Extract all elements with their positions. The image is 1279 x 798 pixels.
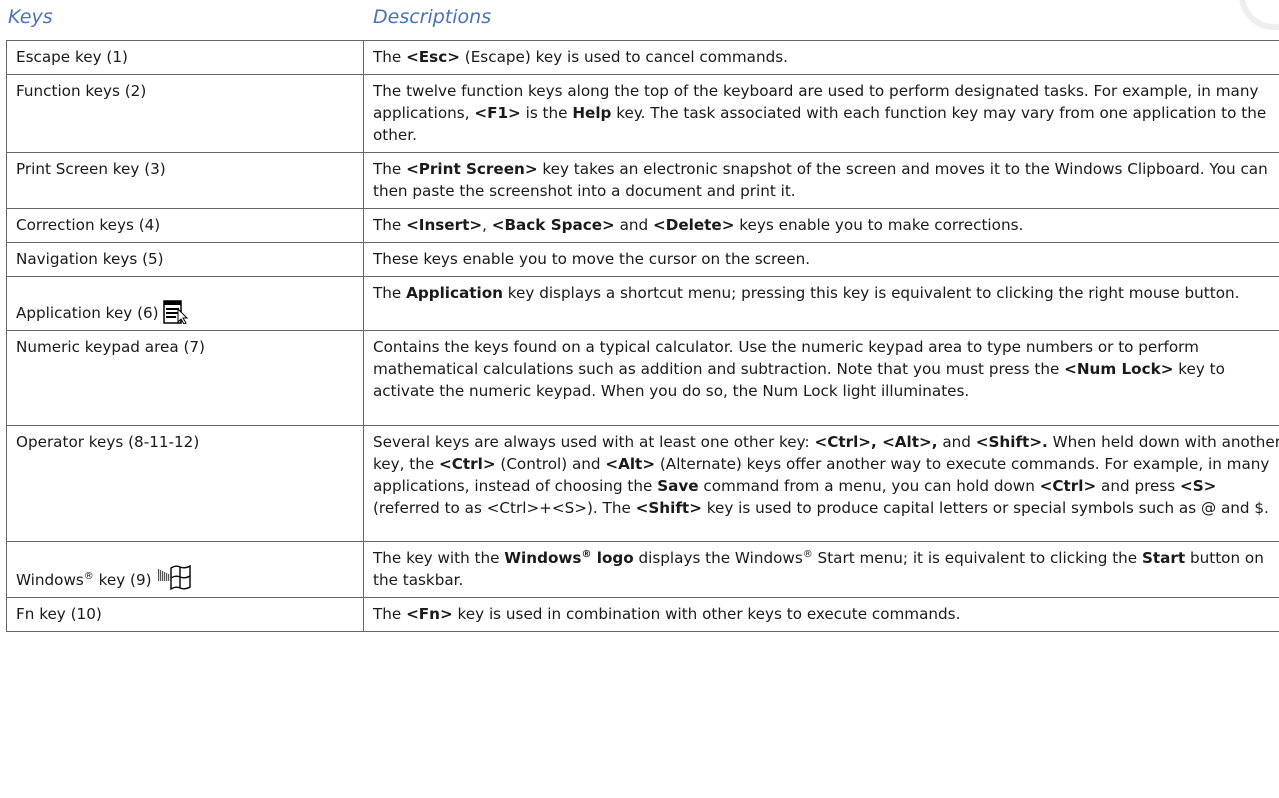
key-highlight: <Ctrl> xyxy=(1039,477,1097,495)
description-text: (Control) and xyxy=(495,455,606,473)
key-highlight: <Ctrl> xyxy=(439,455,496,473)
description-text: and xyxy=(614,216,654,234)
description-text: and press xyxy=(1096,477,1180,495)
description-text: The xyxy=(373,216,407,234)
description-text: key is used to produce capital letters o… xyxy=(701,499,1269,517)
key-name-cell: Windows® key (9) xyxy=(6,541,364,598)
key-highlight: <F1> xyxy=(474,104,521,122)
table-row: Function keys (2) The twelve function key… xyxy=(6,74,1279,153)
key-description-cell: The <Fn> key is used in combination with… xyxy=(363,597,1279,632)
description-text: The xyxy=(373,605,407,623)
key-highlight: <Alt> xyxy=(605,455,656,473)
windows-logo-icon xyxy=(157,564,191,591)
key-name: Navigation keys (5) xyxy=(16,250,164,268)
key-description-cell: Several keys are always used with at lea… xyxy=(363,425,1279,542)
description-text: The xyxy=(373,160,407,178)
key-name: Windows xyxy=(16,571,84,589)
key-highlight: Start xyxy=(1141,549,1186,567)
key-highlight: <S> xyxy=(1180,477,1217,495)
key-highlight: Windows xyxy=(504,549,582,567)
key-name: Print Screen key (3) xyxy=(16,160,166,178)
key-description-cell: The <Insert>, <Back Space> and <Delete> … xyxy=(363,208,1279,243)
key-description-cell: The Application key displays a shortcut … xyxy=(363,276,1279,331)
key-highlight: <Shift>. xyxy=(975,433,1048,451)
description-text: The xyxy=(373,284,407,302)
table-row: Fn key (10) The <Fn> key is used in combi… xyxy=(6,597,1279,632)
key-name-cell: Operator keys (8-11-12) xyxy=(6,425,364,542)
key-name-suffix: key (9) xyxy=(93,571,152,589)
key-highlight: <Num Lock> xyxy=(1064,360,1174,378)
key-name: Correction keys (4) xyxy=(16,216,161,234)
table-row: Numeric keypad area (7) Contains the keys… xyxy=(6,330,1279,426)
key-name-cell: Application key (6) xyxy=(6,276,364,331)
key-description-cell: Contains the keys found on a typical cal… xyxy=(363,330,1279,426)
description-text: Several keys are always used with at lea… xyxy=(373,433,815,451)
key-name: Application key (6) xyxy=(16,304,159,322)
description-text: command from a menu, you can hold down xyxy=(698,477,1040,495)
key-highlight: Help xyxy=(572,104,612,122)
description-text: (Escape) key is used to cancel commands. xyxy=(459,48,788,66)
key-highlight: Application xyxy=(406,284,503,302)
key-name: Numeric keypad area (7) xyxy=(16,338,205,356)
table-row: Navigation keys (5) These keys enable you… xyxy=(6,242,1279,277)
key-description-cell: These keys enable you to move the cursor… xyxy=(363,242,1279,277)
key-highlight: <Insert> xyxy=(406,216,483,234)
descriptions-column-heading: Descriptions xyxy=(373,6,492,28)
key-name-cell: Escape key (1) xyxy=(6,40,364,75)
key-name-cell: Print Screen key (3) xyxy=(6,152,364,209)
description-text: keys enable you to make corrections. xyxy=(734,216,1024,234)
key-highlight: <Ctrl>, <Alt>, xyxy=(814,433,938,451)
key-highlight: ® xyxy=(581,548,592,560)
description-text: displays the Windows xyxy=(633,549,803,567)
table-row: Print Screen key (3) The <Print Screen> k… xyxy=(6,152,1279,209)
key-highlight: <Print Screen> xyxy=(406,160,538,178)
application-key-icon xyxy=(162,300,188,324)
registered-mark: ® xyxy=(83,570,94,582)
key-name: Function keys (2) xyxy=(16,82,147,100)
key-description-cell: The key with the Windows® logo displays … xyxy=(363,541,1279,598)
key-name-cell: Numeric keypad area (7) xyxy=(6,330,364,426)
key-highlight: <Shift> xyxy=(635,499,702,517)
key-highlight: <Delete> xyxy=(653,216,735,234)
description-text: key displays a shortcut menu; pressing t… xyxy=(502,284,1240,302)
key-name: Escape key (1) xyxy=(16,48,128,66)
description-text: key is used in combination with other ke… xyxy=(452,605,961,623)
keys-column-heading: Keys xyxy=(8,6,53,28)
table-row: Application key (6) The Application key d… xyxy=(6,276,1279,331)
table-row: Windows® key (9) The key with the Windows… xyxy=(6,541,1279,598)
key-name: Operator keys (8-11-12) xyxy=(16,433,200,451)
keys-table: Escape key (1) The <Esc> (Escape) key is … xyxy=(6,40,1279,632)
table-header: Keys Descriptions xyxy=(0,0,1279,40)
description-text: , xyxy=(482,216,492,234)
description-text: These keys enable you to move the cursor… xyxy=(373,250,811,268)
description-text: ® xyxy=(802,548,813,560)
description-text: is the xyxy=(520,104,573,122)
key-highlight: <Fn> xyxy=(406,605,453,623)
key-description-cell: The <Print Screen> key takes an electron… xyxy=(363,152,1279,209)
description-text: The xyxy=(373,48,407,66)
description-text: Start menu; it is equivalent to clicking… xyxy=(812,549,1142,567)
key-name-cell: Fn key (10) xyxy=(6,597,364,632)
key-name: Fn key (10) xyxy=(16,605,102,623)
key-name-cell: Navigation keys (5) xyxy=(6,242,364,277)
description-text: and xyxy=(937,433,976,451)
key-highlight: <Esc> xyxy=(406,48,460,66)
table-row: Escape key (1) The <Esc> (Escape) key is … xyxy=(6,40,1279,75)
table-row: Correction keys (4) The <Insert>, <Back S… xyxy=(6,208,1279,243)
key-description-cell: The twelve function keys along the top o… xyxy=(363,74,1279,153)
key-highlight: logo xyxy=(591,549,634,567)
key-description-cell: The <Esc> (Escape) key is used to cancel… xyxy=(363,40,1279,75)
table-row: Operator keys (8-11-12) Several keys are … xyxy=(6,425,1279,542)
key-name-cell: Correction keys (4) xyxy=(6,208,364,243)
key-name-cell: Function keys (2) xyxy=(6,74,364,153)
description-text: The key with the xyxy=(373,549,505,567)
key-highlight: Save xyxy=(657,477,699,495)
key-highlight: <Back Space> xyxy=(491,216,615,234)
